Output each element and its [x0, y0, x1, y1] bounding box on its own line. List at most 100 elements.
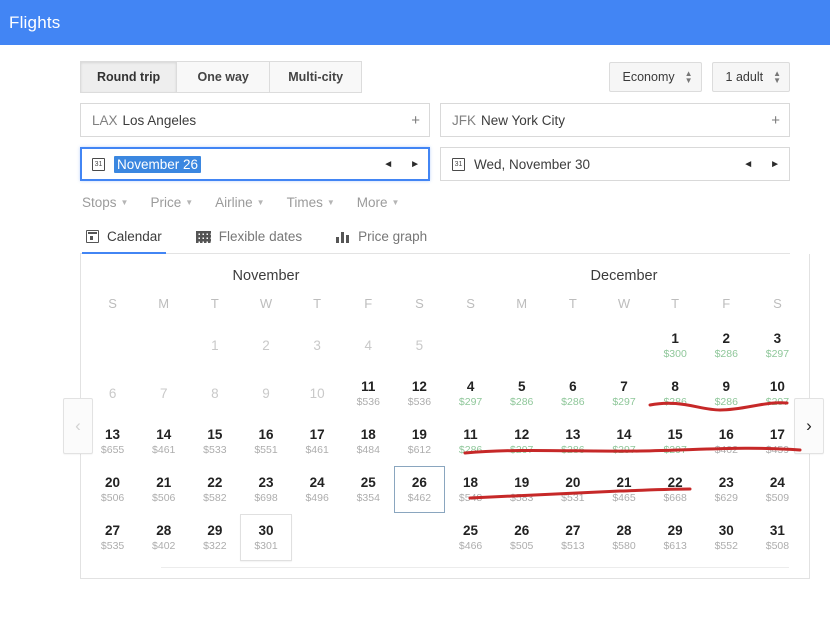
day-cell[interactable]: 19 $612	[394, 418, 445, 465]
day-price: $286	[714, 395, 738, 408]
weekday-label: T	[210, 296, 219, 311]
day-cell[interactable]: 11 $286	[445, 418, 496, 465]
day-cell[interactable]: 26 $462	[393, 466, 445, 513]
depart-date-input[interactable]: 31 November 26 ◄ ►	[80, 147, 430, 181]
day-cell[interactable]: 5 $286	[496, 370, 547, 417]
empty-cell	[445, 322, 496, 369]
passenger-picker[interactable]: 1 adult ▲ ▼	[711, 62, 790, 92]
day-cell[interactable]: 23 $698	[240, 466, 291, 513]
day-number: 30	[258, 522, 274, 538]
day-cell[interactable]: 15 $533	[189, 418, 240, 465]
add-destination-icon[interactable]: +	[771, 112, 780, 129]
filter-stops[interactable]: Stops ▼	[82, 195, 128, 210]
day-cell[interactable]: 9 $286	[701, 370, 752, 417]
day-number: 21	[616, 474, 632, 490]
day-cell[interactable]: 27 $513	[547, 514, 598, 561]
day-number: 16	[718, 426, 734, 442]
return-prev-day-icon[interactable]: ◄	[743, 159, 753, 170]
day-cell[interactable]: 3	[292, 322, 343, 369]
day-cell[interactable]: 14 $461	[138, 418, 189, 465]
day-number: 31	[769, 522, 785, 538]
tab-price-graph[interactable]: Price graph	[332, 223, 431, 253]
day-cell[interactable]: 14 $297	[598, 418, 649, 465]
chevron-down-icon: ▼	[256, 198, 265, 207]
depart-next-day-icon[interactable]: ►	[410, 159, 420, 170]
return-next-day-icon[interactable]: ►	[770, 159, 780, 170]
day-cell[interactable]: 23 $629	[701, 466, 752, 513]
day-cell[interactable]: 29 $613	[650, 514, 701, 561]
day-cell[interactable]: 20 $506	[87, 466, 138, 513]
next-month-button[interactable]: ›	[794, 398, 824, 454]
day-cell[interactable]: 28 $580	[598, 514, 649, 561]
day-cell[interactable]: 29 $322	[189, 514, 240, 561]
depart-date-value: November 26	[114, 155, 202, 173]
day-cell[interactable]: 30 $552	[701, 514, 752, 561]
day-cell[interactable]: 17 $461	[292, 418, 343, 465]
day-cell[interactable]: 24 $496	[292, 466, 343, 513]
day-cell[interactable]: 9	[240, 370, 291, 417]
day-cell[interactable]: 13 $655	[87, 418, 138, 465]
day-cell[interactable]: 16 $402	[701, 418, 752, 465]
origin-input[interactable]: LAX Los Angeles +	[80, 103, 430, 137]
filter-stops-label: Stops	[82, 195, 117, 210]
day-cell[interactable]: 2 $286	[701, 322, 752, 369]
day-cell[interactable]: 8 $286	[650, 370, 701, 417]
day-price: $580	[612, 539, 636, 552]
day-cell[interactable]: 1 $300	[650, 322, 701, 369]
day-cell[interactable]: 4 $297	[445, 370, 496, 417]
depart-prev-day-icon[interactable]: ◄	[383, 159, 393, 170]
filter-times[interactable]: Times ▼	[287, 195, 335, 210]
day-price: $629	[714, 491, 738, 504]
day-number: 24	[309, 474, 325, 490]
day-cell[interactable]: 24 $509	[752, 466, 803, 513]
tab-calendar[interactable]: Calendar	[82, 223, 166, 254]
day-cell[interactable]: 19 $583	[496, 466, 547, 513]
filter-price[interactable]: Price ▼	[150, 195, 193, 210]
trip-type-round-trip[interactable]: Round trip	[80, 61, 177, 93]
filter-more[interactable]: More ▼	[357, 195, 400, 210]
day-cell[interactable]: 22 $668	[650, 466, 701, 513]
return-date-input[interactable]: 31 Wed, November 30 ◄ ►	[440, 147, 790, 181]
add-origin-icon[interactable]: +	[411, 112, 420, 129]
origin-code: LAX	[92, 112, 118, 128]
destination-input[interactable]: JFK New York City +	[440, 103, 790, 137]
day-cell[interactable]: 18 $484	[343, 418, 394, 465]
day-cell[interactable]: 7 $297	[598, 370, 649, 417]
day-cell[interactable]: 7	[138, 370, 189, 417]
day-cell[interactable]: 31 $508	[752, 514, 803, 561]
day-cell[interactable]: 13 $286	[547, 418, 598, 465]
day-cell[interactable]: 1	[189, 322, 240, 369]
day-cell[interactable]: 30 $301	[240, 514, 292, 561]
day-cell[interactable]: 15 $297	[650, 418, 701, 465]
day-cell[interactable]: 12 $536	[394, 370, 445, 417]
day-cell[interactable]: 5	[394, 322, 445, 369]
trip-type-multi-city[interactable]: Multi-city	[269, 61, 363, 93]
day-cell[interactable]: 11 $536	[343, 370, 394, 417]
day-cell[interactable]: 4	[343, 322, 394, 369]
day-cell[interactable]: 28 $402	[138, 514, 189, 561]
day-cell[interactable]: 25 $466	[445, 514, 496, 561]
day-cell[interactable]: 10	[292, 370, 343, 417]
day-number: 2	[722, 330, 731, 346]
day-cell[interactable]: 22 $582	[189, 466, 240, 513]
day-cell[interactable]: 21 $506	[138, 466, 189, 513]
day-cell[interactable]: 8	[189, 370, 240, 417]
day-cell[interactable]: 20 $531	[547, 466, 598, 513]
weekday-label: S	[108, 296, 117, 311]
day-cell[interactable]: 27 $535	[87, 514, 138, 561]
day-cell[interactable]: 6 $286	[547, 370, 598, 417]
filter-airline[interactable]: Airline ▼	[215, 195, 264, 210]
day-cell[interactable]: 26 $505	[496, 514, 547, 561]
trip-type-one-way[interactable]: One way	[176, 61, 270, 93]
tab-flexible-dates[interactable]: Flexible dates	[192, 223, 306, 253]
day-cell[interactable]: 21 $465	[598, 466, 649, 513]
day-cell[interactable]: 25 $354	[343, 466, 394, 513]
cabin-class-picker[interactable]: Economy ▲ ▼	[608, 62, 702, 92]
day-cell[interactable]: 16 $551	[240, 418, 291, 465]
day-cell[interactable]: 3 $297	[752, 322, 803, 369]
day-cell[interactable]: 18 $548	[445, 466, 496, 513]
day-cell[interactable]: 6	[87, 370, 138, 417]
day-cell[interactable]: 12 $297	[496, 418, 547, 465]
day-cell[interactable]: 2	[240, 322, 291, 369]
previous-month-button[interactable]: ‹	[63, 398, 93, 454]
